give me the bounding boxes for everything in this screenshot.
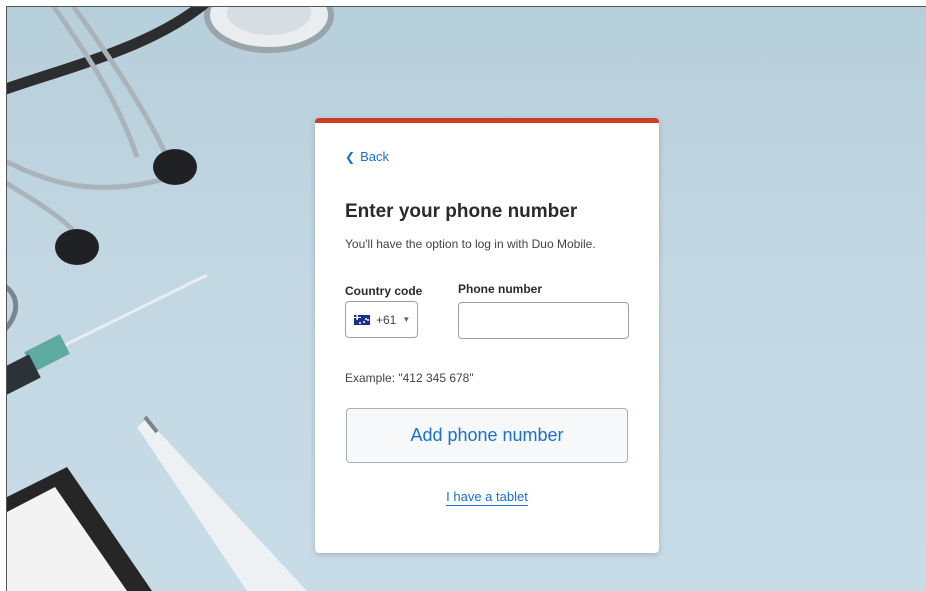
country-code-select[interactable]: +61 ▼ [345, 301, 418, 338]
subtitle: You'll have the option to log in with Du… [345, 237, 596, 251]
caret-down-icon: ▼ [402, 315, 411, 324]
page-title: Enter your phone number [345, 201, 578, 222]
example-text: Example: "412 345 678" [345, 371, 474, 385]
country-code-label: Country code [345, 284, 423, 298]
phone-number-label: Phone number [458, 282, 543, 296]
tablet-link-container: I have a tablet [315, 489, 659, 506]
country-code-value: +61 [376, 312, 397, 327]
back-link[interactable]: ❮ Back [345, 149, 389, 164]
add-phone-number-button[interactable]: Add phone number [346, 408, 628, 463]
chevron-left-icon: ❮ [345, 149, 356, 164]
australia-flag-icon [354, 314, 370, 325]
back-label: Back [360, 149, 389, 164]
i-have-a-tablet-link[interactable]: I have a tablet [446, 489, 528, 506]
phone-enrollment-card: ❮ Back Enter your phone number You'll ha… [315, 118, 659, 553]
phone-number-input[interactable] [458, 302, 629, 339]
